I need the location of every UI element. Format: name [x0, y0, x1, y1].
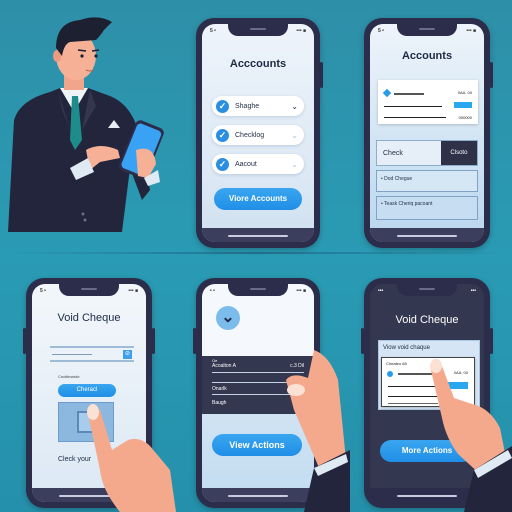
account-item[interactable]: ✓ Shaghe ⌄ — [212, 96, 304, 116]
cheque-amount: 0AA, 00 — [457, 90, 472, 95]
option-baugh[interactable]: Baugh — [212, 400, 226, 406]
phone-side-button — [320, 62, 323, 88]
search-input[interactable]: ⊘ — [50, 346, 134, 362]
businessman-illustration — [8, 17, 164, 232]
phone-side-button — [152, 328, 155, 354]
bank-logo-icon: ⌄ — [216, 306, 240, 330]
phone-notch — [397, 284, 457, 296]
chevron-down-icon[interactable]: ⌄ — [291, 131, 298, 140]
home-indicator — [370, 228, 484, 242]
tab-check[interactable]: Check — [377, 141, 441, 165]
checkmark-icon: ✓ — [216, 157, 229, 171]
status-left: 5 • — [40, 288, 46, 294]
account-item-label: Checklog — [235, 131, 265, 139]
chevron-down-icon[interactable]: ⌄ — [291, 102, 298, 111]
bank-logo-icon — [382, 88, 392, 98]
status-right: ••• ■ — [296, 288, 306, 294]
phone-screen: 5 • ••• ■ Accounts 0AA, 00 000000 Check … — [370, 24, 484, 242]
screen-title: Void Cheque — [395, 314, 459, 326]
account-item-label: Shaghe — [235, 102, 260, 110]
phone-side-button — [490, 328, 493, 354]
phone-accounts-cheque: 5 • ••• ■ Accounts 0AA, 00 000000 Check … — [364, 18, 493, 248]
cheque-preview: 0AA, 00 000000 — [378, 80, 478, 124]
hand-pointing-illustration — [430, 359, 512, 512]
cheque-amount-words: 000000 — [458, 115, 472, 120]
tab-close[interactable]: Clsoto — [440, 141, 477, 165]
phone-side-button — [193, 328, 196, 354]
row-divider — [0, 252, 512, 254]
home-indicator — [202, 228, 314, 242]
phone-notch — [397, 24, 457, 36]
tab-bar: Check Clsoto — [376, 140, 478, 166]
status-left: • • — [210, 288, 215, 294]
phone-notch — [228, 24, 288, 36]
account-item[interactable]: ✓ Checklog ⌄ — [212, 125, 304, 145]
field-label: Cnctitmarde — [58, 374, 80, 379]
account-item-label: Aacout — [235, 160, 257, 168]
checkmark-icon: ✓ — [216, 99, 229, 113]
phone-side-button — [361, 328, 364, 354]
phone-notch — [228, 284, 288, 296]
chevron-down-icon[interactable]: ⌄ — [291, 160, 298, 169]
status-right: ••• ■ — [466, 28, 476, 34]
screen-title: Acccounts — [229, 58, 287, 70]
search-icon[interactable]: ⊘ — [123, 350, 132, 359]
status-left: ••• — [378, 288, 384, 294]
hand-pointing-illustration — [87, 404, 176, 512]
view-accounts-button[interactable]: Viore Accounts — [214, 188, 302, 210]
card-header[interactable]: Viow void chaque — [383, 345, 430, 351]
status-right: ••• ■ — [296, 28, 306, 34]
status-right: ••• — [470, 288, 476, 294]
phone-screen: 5 • ••• ■ Acccounts ✓ Shaghe ⌄ ✓ Checklo… — [202, 24, 314, 242]
status-right: ••• ■ — [128, 288, 138, 294]
screen-title: Accounts — [401, 50, 453, 62]
amount-box — [454, 102, 472, 108]
phone-side-button — [23, 328, 26, 354]
option-check[interactable]: Onarlk — [212, 386, 227, 392]
check-button[interactable]: Cheracl — [58, 384, 116, 397]
option-void-cheque[interactable]: • Dod Chegue — [376, 170, 478, 192]
phone-accounts-list: 5 • ••• ■ Acccounts ✓ Shaghe ⌄ ✓ Checklo… — [196, 18, 323, 248]
status-left: 5 • — [378, 28, 384, 34]
account-item[interactable]: ✓ Aacout ⌄ — [212, 154, 304, 174]
hand-holding-illustration — [286, 350, 350, 512]
option-checking-account[interactable]: • Teask Cheriq pacoant — [376, 196, 478, 220]
account-name[interactable]: Acoalton A — [212, 363, 236, 369]
phone-side-button — [490, 62, 493, 88]
screen-title: Void Cheque — [57, 312, 121, 324]
phone-notch — [59, 284, 119, 296]
bank-logo-icon — [387, 371, 393, 377]
checkmark-icon: ✓ — [216, 128, 229, 142]
status-left: 5 • — [210, 28, 216, 34]
cheque-label: Cheateo 68 — [386, 361, 407, 366]
